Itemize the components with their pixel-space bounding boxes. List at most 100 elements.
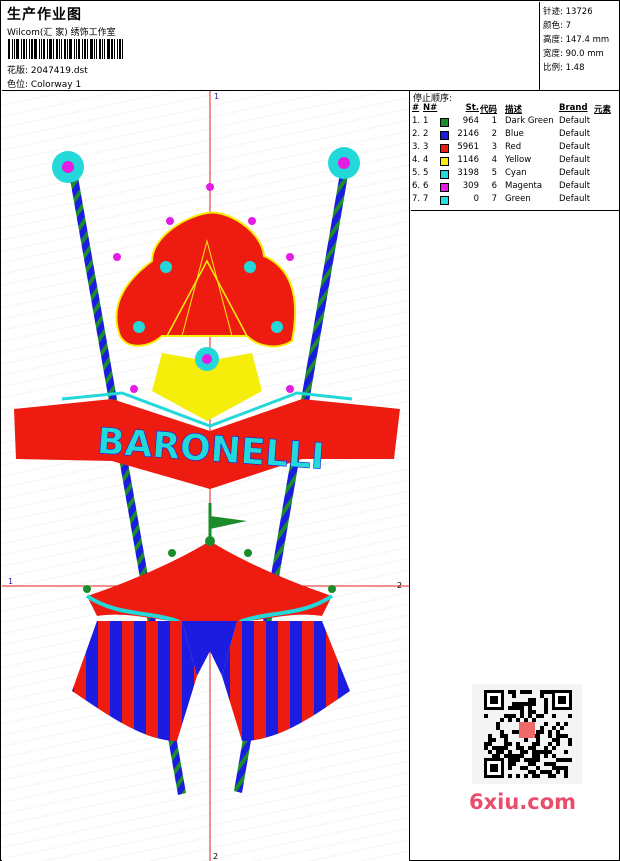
canvas-divider <box>409 91 410 861</box>
qr-module <box>508 750 512 754</box>
qr-module <box>508 758 512 762</box>
barcode-bar <box>16 39 19 59</box>
barcode-bar <box>102 39 103 59</box>
barcode-bar <box>14 39 15 59</box>
color-swatch <box>440 131 449 140</box>
qr-module <box>528 706 532 710</box>
qr-module <box>500 750 504 754</box>
crest-plume <box>115 211 297 348</box>
barcode-bar <box>117 39 118 59</box>
barcode-bar <box>84 39 86 59</box>
qr-module <box>552 714 556 718</box>
row-needle: 7 <box>423 194 429 204</box>
stop-row: 2. 2 2146 2 Blue Default <box>411 129 619 142</box>
stop-row: 5. 5 3198 5 Cyan Default <box>411 168 619 181</box>
qr-module <box>552 762 556 766</box>
design-canvas[interactable]: 1 2 1 2 BARONELLI <box>2 91 410 861</box>
qr-module <box>528 770 532 774</box>
embroidery-design: 1 2 1 2 BARONELLI <box>2 91 410 861</box>
qr-module <box>536 750 540 754</box>
qr-module <box>568 714 572 718</box>
qr-module <box>516 758 520 762</box>
row-code: 3 <box>491 142 497 152</box>
qr-module <box>548 690 552 694</box>
barcode-bar <box>29 39 30 59</box>
header-n: N# <box>423 103 438 113</box>
qr-module <box>524 750 528 754</box>
qr-module <box>492 746 496 750</box>
stop-row: 1. 1 964 1 Dark Green Default <box>411 116 619 129</box>
row-description: Blue <box>505 129 524 139</box>
tent-top <box>83 536 336 635</box>
qr-module <box>512 714 516 718</box>
qr-module <box>556 734 560 738</box>
row-stitches: 0 <box>473 194 479 204</box>
color-count: 颜色: 7 <box>543 21 571 31</box>
row-description: Red <box>505 142 522 152</box>
barcode-bar <box>94 39 95 59</box>
axis-label-top: 1 <box>214 92 219 101</box>
qr-module <box>524 758 528 762</box>
design-stats: 针迹: 13726 颜色: 7 高度: 147.4 mm 宽度: 90.0 mm… <box>539 2 620 90</box>
qr-module <box>488 738 492 742</box>
barcode-bar <box>21 39 22 59</box>
row-stitches: 1146 <box>457 155 479 165</box>
color-swatch <box>440 196 449 205</box>
qr-module <box>548 750 552 754</box>
qr-module <box>500 730 504 734</box>
qr-module <box>532 702 536 706</box>
qr-module <box>528 762 532 766</box>
barcode-bar <box>96 39 97 59</box>
qr-module <box>556 742 560 746</box>
row-index: 7. <box>412 194 421 204</box>
qr-module <box>540 690 544 694</box>
qr-module <box>548 774 552 778</box>
qr-module <box>524 738 528 742</box>
qr-module <box>548 730 552 734</box>
qr-module <box>520 754 524 758</box>
stop-row: 3. 3 5961 3 Red Default <box>411 142 619 155</box>
tent-body <box>72 621 350 741</box>
row-needle: 1 <box>423 116 429 126</box>
barcode-bar <box>23 39 25 59</box>
row-brand: Default <box>559 155 591 165</box>
barcode-bar <box>12 39 13 59</box>
qr-module <box>516 746 520 750</box>
header-info: 生产作业图 Wilcom(汇 家) 绣饰工作室 花版: 2047419.dst … <box>2 2 539 90</box>
qr-module <box>552 726 556 730</box>
barcode-bar <box>119 39 121 59</box>
stitch-count: 针迹: 13726 <box>543 7 593 17</box>
qr-module <box>544 754 548 758</box>
qr-module <box>520 746 524 750</box>
barcode-bar <box>74 39 75 59</box>
barcode-bar <box>82 39 83 59</box>
qr-module <box>524 702 528 706</box>
qr-module <box>496 746 500 750</box>
color-swatch <box>440 157 449 166</box>
qr-module <box>512 754 516 758</box>
barcode-bar <box>114 39 115 59</box>
row-index: 2. <box>412 129 421 139</box>
qr-module <box>524 718 528 722</box>
flag <box>208 503 247 546</box>
colorway-label: 色位: Colorway 1 <box>7 80 82 90</box>
site-watermark: 6xiu.com <box>469 790 577 814</box>
row-brand: Default <box>559 129 591 139</box>
stop-row: 4. 4 1146 4 Yellow Default <box>411 155 619 168</box>
barcode-bar <box>34 39 37 59</box>
qr-module <box>532 710 536 714</box>
qr-module <box>508 718 512 722</box>
qr-module <box>536 774 540 778</box>
stop-row: 7. 7 0 7 Green Default <box>411 194 619 207</box>
qr-module <box>532 762 536 766</box>
barcode-bar <box>61 39 62 59</box>
qr-module <box>488 734 492 738</box>
qr-module <box>556 758 560 762</box>
header-desc: 描述 <box>505 105 523 115</box>
row-description: Yellow <box>505 155 532 165</box>
qr-module <box>520 710 524 714</box>
barcode-bar <box>47 39 48 59</box>
qr-module <box>532 698 536 702</box>
row-index: 6. <box>412 181 421 191</box>
qr-module <box>496 754 500 758</box>
